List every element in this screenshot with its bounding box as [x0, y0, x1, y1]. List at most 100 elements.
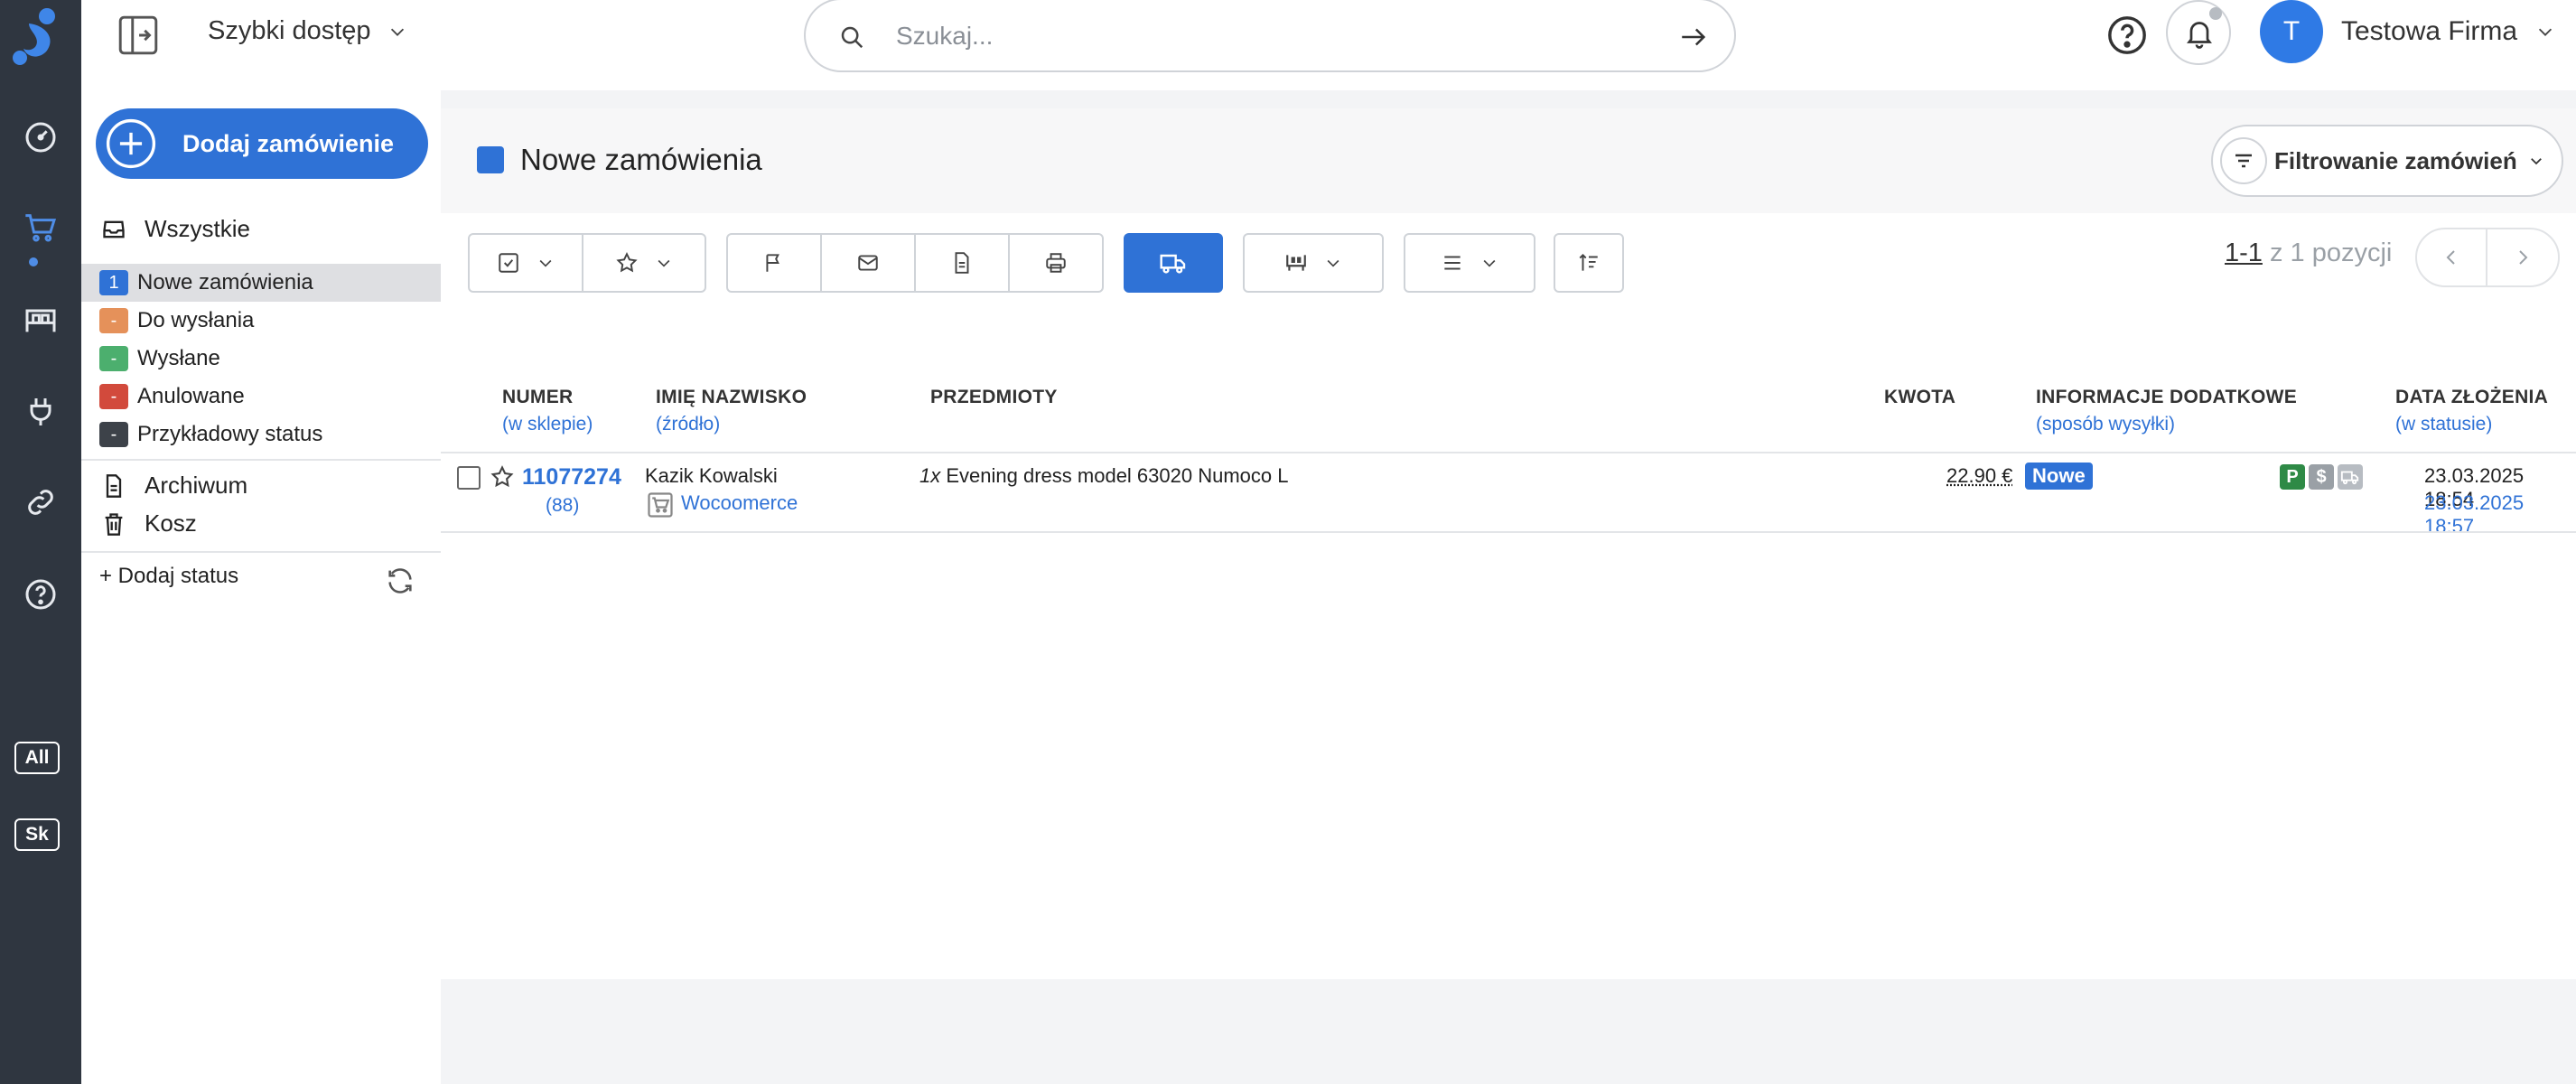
- sidebar-item-label: Anulowane: [137, 384, 245, 408]
- email-button[interactable]: [822, 235, 916, 291]
- print-button[interactable]: [1010, 235, 1102, 291]
- column-header-name[interactable]: IMIĘ NAZWISKO: [656, 387, 807, 408]
- pallet-dropdown-button[interactable]: [1245, 235, 1382, 291]
- pagination-info: 1-1 z 1 pozycji: [2225, 238, 2392, 268]
- sidebar-item-cancelled[interactable]: - Anulowane: [81, 378, 441, 416]
- link-icon[interactable]: [23, 484, 59, 520]
- pagination-total: z 1 pozycji: [2269, 238, 2393, 267]
- add-status-link[interactable]: + Dodaj status: [99, 564, 238, 589]
- notifications-button[interactable]: [2166, 0, 2231, 65]
- column-header-number[interactable]: NUMER: [502, 387, 574, 408]
- left-rail: All Sk: [0, 0, 81, 1084]
- cart-icon[interactable]: [23, 210, 59, 246]
- item-quantity: 1x: [919, 464, 941, 487]
- source-link[interactable]: Wocoomerce: [681, 491, 798, 515]
- company-name: Testowa Firma: [2341, 16, 2518, 46]
- shipping-button[interactable]: [1124, 233, 1223, 293]
- chevron-down-icon: [658, 259, 670, 267]
- sidebar-item-trash[interactable]: Kosz: [101, 509, 197, 537]
- sort-icon: [1579, 253, 1598, 271]
- bell-icon: [2187, 22, 2212, 49]
- truck-icon: [1160, 254, 1186, 274]
- divider: [81, 459, 441, 461]
- shop-sk-badge[interactable]: Sk: [14, 818, 60, 851]
- trash-icon: [105, 512, 123, 536]
- chevron-down-icon: [2530, 158, 2542, 165]
- help-icon[interactable]: [23, 576, 59, 612]
- column-subheader-additional-info: (sposób wysyłki): [2036, 414, 2176, 435]
- search-bar: [804, 0, 1736, 72]
- order-items: 1x Evening dress model 63020 Numoco L: [919, 464, 1289, 488]
- flag-button[interactable]: [728, 235, 822, 291]
- column-header-additional-info[interactable]: INFORMACJE DODATKOWE: [2036, 387, 2297, 408]
- chevron-right-icon: [2519, 250, 2528, 265]
- printer-icon: [1046, 253, 1066, 273]
- search-icon: [841, 26, 863, 49]
- status-count-badge: 1: [99, 270, 128, 295]
- orders-sidebar: Dodaj zamówienie Wszystkie 1 Nowe zamówi…: [81, 90, 441, 1084]
- pallet-icon: [1286, 255, 1306, 271]
- refresh-icon[interactable]: [385, 565, 415, 596]
- column-subheader-number: (w sklepie): [502, 414, 593, 435]
- sidebar-item-to-send[interactable]: - Do wysłania: [81, 302, 441, 340]
- dashboard-icon[interactable]: [23, 119, 59, 155]
- table-row-divider: [441, 531, 2576, 533]
- selection-toolbar-group: [468, 233, 706, 293]
- sidebar-item-sent[interactable]: - Wysłane: [81, 340, 441, 378]
- inbox-icon: [103, 220, 125, 238]
- favorite-dropdown-button[interactable]: [583, 235, 705, 291]
- notification-dot: [2209, 7, 2222, 20]
- sidebar-item-label: Nowe zamówienia: [137, 270, 313, 294]
- chevron-left-icon: [2446, 250, 2455, 265]
- sidebar-item-label: Wszystkie: [145, 215, 250, 242]
- quick-access-menu[interactable]: Szybki dostęp: [208, 16, 407, 46]
- next-page-button[interactable]: [2487, 229, 2558, 285]
- filter-orders-button[interactable]: Filtrowanie zamówień: [2211, 125, 2563, 197]
- sidebar-item-new-orders[interactable]: 1 Nowe zamówienia: [81, 264, 441, 302]
- panel-toggle-icon[interactable]: [116, 13, 161, 58]
- select-dropdown-button[interactable]: [470, 235, 583, 291]
- active-indicator: [29, 257, 38, 266]
- document-button[interactable]: [916, 235, 1010, 291]
- page-title: Nowe zamówienia: [520, 143, 762, 176]
- all-shops-badge[interactable]: All: [14, 742, 60, 774]
- paid-badge: P: [2280, 464, 2305, 490]
- filter-icon: [2220, 137, 2267, 184]
- orders-panel: Nowe zamówienia Filtrowanie zamówień 1-1…: [441, 108, 2576, 979]
- company-menu[interactable]: Testowa Firma: [2341, 16, 2555, 47]
- status-count-badge: -: [99, 422, 128, 447]
- row-checkbox[interactable]: [457, 466, 481, 490]
- panel-header: Nowe zamówienia Filtrowanie zamówień: [441, 108, 2576, 213]
- sidebar-item-label: Archiwum: [145, 472, 248, 499]
- column-subheader-name: (źródło): [656, 414, 721, 435]
- flag-icon: [766, 254, 779, 272]
- divider: [81, 551, 441, 553]
- sort-toolbar-group: [1554, 233, 1624, 293]
- app-logo[interactable]: [9, 4, 63, 69]
- chevron-down-icon: [2538, 28, 2553, 36]
- sidebar-item-all[interactable]: Wszystkie: [101, 215, 250, 243]
- plus-circle-icon: [106, 118, 156, 169]
- sidebar-item-sample-status[interactable]: - Przykładowy status: [81, 416, 441, 453]
- column-header-date[interactable]: DATA ZŁOŻENIA: [2395, 387, 2548, 408]
- more-actions-dropdown-button[interactable]: [1405, 235, 1534, 291]
- sidebar-item-label: Do wysłania: [137, 308, 255, 332]
- actions-toolbar-group: [726, 233, 1104, 293]
- prev-page-button[interactable]: [2417, 229, 2487, 285]
- avatar[interactable]: T: [2260, 0, 2323, 63]
- status-count-badge: -: [99, 384, 128, 409]
- sort-button[interactable]: [1555, 235, 1622, 291]
- column-header-amount[interactable]: KWOTA: [1884, 387, 1955, 408]
- add-order-button[interactable]: Dodaj zamówienie: [96, 108, 428, 179]
- sidebar-item-archive[interactable]: Archiwum: [101, 472, 247, 500]
- star-icon[interactable]: [490, 464, 515, 490]
- search-input[interactable]: [896, 18, 1619, 54]
- help-button[interactable]: [2106, 14, 2148, 56]
- arrow-right-icon[interactable]: [1678, 22, 1709, 52]
- shipping-truck-icon: [2338, 464, 2363, 490]
- checkbox-icon: [499, 253, 518, 273]
- plug-icon[interactable]: [23, 394, 59, 430]
- warehouse-icon[interactable]: [23, 302, 59, 338]
- column-header-items[interactable]: PRZEDMIOTY: [930, 387, 1058, 408]
- order-number-link[interactable]: 11077274: [522, 464, 621, 491]
